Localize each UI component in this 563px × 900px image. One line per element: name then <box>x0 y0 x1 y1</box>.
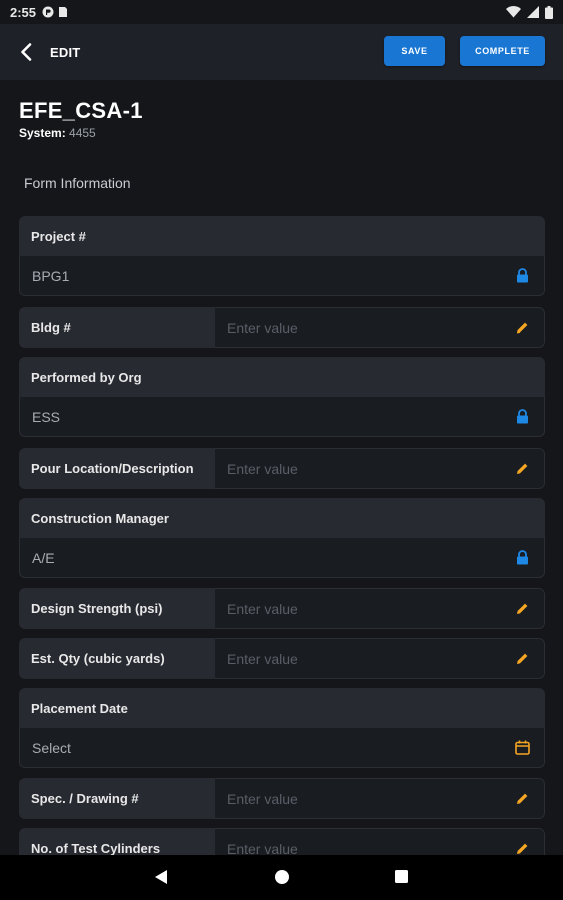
field-spec-drawing: Spec. / Drawing # Enter value <box>19 778 545 819</box>
nav-back-icon[interactable] <box>154 869 168 885</box>
save-button[interactable]: SAVE <box>384 36 445 66</box>
field-value: Select <box>32 739 71 756</box>
field-project-number: Project # BPG1 <box>19 216 545 297</box>
field-value: BPG1 <box>32 267 70 284</box>
notification-app-icon <box>42 6 54 18</box>
status-time: 2:55 <box>10 4 37 20</box>
battery-icon <box>545 5 553 19</box>
notification-sim-icon <box>59 7 68 17</box>
lock-icon <box>514 550 530 566</box>
field-placeholder: Enter value <box>227 790 298 807</box>
field-input[interactable]: Enter value <box>215 638 545 679</box>
pencil-icon[interactable] <box>514 601 530 617</box>
back-arrow-icon <box>21 43 32 61</box>
form-list[interactable]: Project # BPG1 Bldg # Enter value Perfor… <box>19 216 545 855</box>
field-label: No. of Test Cylinders <box>19 828 215 855</box>
system-value: 4455 <box>69 126 96 140</box>
form-name: EFE_CSA-1 <box>19 98 143 123</box>
pencil-icon[interactable] <box>514 461 530 477</box>
field-bldg-number: Bldg # Enter value <box>19 307 545 348</box>
field-label: Pour Location/Description <box>19 448 215 489</box>
field-value-readonly: BPG1 <box>19 256 545 296</box>
lock-icon <box>514 268 530 284</box>
signal-icon <box>527 6 539 18</box>
field-design-strength: Design Strength (psi) Enter value <box>19 588 545 629</box>
nav-home-icon[interactable] <box>274 869 290 885</box>
system-nav-bar <box>0 855 563 900</box>
field-input[interactable]: Enter value <box>215 307 545 348</box>
field-label: Spec. / Drawing # <box>19 778 215 819</box>
calendar-icon[interactable] <box>514 740 530 756</box>
field-input[interactable]: Enter value <box>215 588 545 629</box>
pencil-icon[interactable] <box>514 320 530 336</box>
pencil-icon[interactable] <box>514 791 530 807</box>
field-construction-manager: Construction Manager A/E <box>19 498 545 579</box>
field-placeholder: Enter value <box>227 460 298 477</box>
field-placeholder: Enter value <box>227 600 298 617</box>
wifi-icon <box>506 6 521 18</box>
nav-recents-icon[interactable] <box>394 869 409 884</box>
field-label: Construction Manager <box>19 498 545 538</box>
field-label: Est. Qty (cubic yards) <box>19 638 215 679</box>
field-value: ESS <box>32 408 61 425</box>
field-value-readonly: ESS <box>19 397 545 437</box>
form-header: EFE_CSA-1 System: 4455 <box>19 98 143 140</box>
field-placement-date: Placement Date Select <box>19 688 545 769</box>
section-label: Form Information <box>24 175 131 191</box>
field-est-qty: Est. Qty (cubic yards) Enter value <box>19 638 545 679</box>
field-placeholder: Enter value <box>227 840 298 856</box>
field-performed-by-org: Performed by Org ESS <box>19 357 545 438</box>
field-input[interactable]: Enter value <box>215 828 545 855</box>
field-test-cylinders: No. of Test Cylinders Enter value <box>19 828 545 855</box>
field-label: Project # <box>19 216 545 256</box>
pencil-icon[interactable] <box>514 841 530 856</box>
status-bar: 2:55 <box>0 0 563 24</box>
page-title: EDIT <box>50 44 81 60</box>
field-label: Performed by Org <box>19 357 545 397</box>
field-pour-location: Pour Location/Description Enter value <box>19 448 545 489</box>
field-input[interactable]: Enter value <box>215 778 545 819</box>
field-placeholder: Enter value <box>227 319 298 336</box>
pencil-icon[interactable] <box>514 651 530 667</box>
back-button[interactable] <box>18 42 34 62</box>
date-select[interactable]: Select <box>19 728 545 768</box>
field-label: Placement Date <box>19 688 545 728</box>
field-value-readonly: A/E <box>19 538 545 578</box>
field-input[interactable]: Enter value <box>215 448 545 489</box>
field-label: Design Strength (psi) <box>19 588 215 629</box>
complete-button[interactable]: COMPLETE <box>460 36 545 66</box>
field-placeholder: Enter value <box>227 650 298 667</box>
system-info: System: 4455 <box>19 126 143 140</box>
system-label: System: <box>19 126 66 140</box>
app-bar: EDIT SAVE COMPLETE <box>0 24 563 80</box>
field-label: Bldg # <box>19 307 215 348</box>
lock-icon <box>514 409 530 425</box>
field-value: A/E <box>32 549 55 566</box>
